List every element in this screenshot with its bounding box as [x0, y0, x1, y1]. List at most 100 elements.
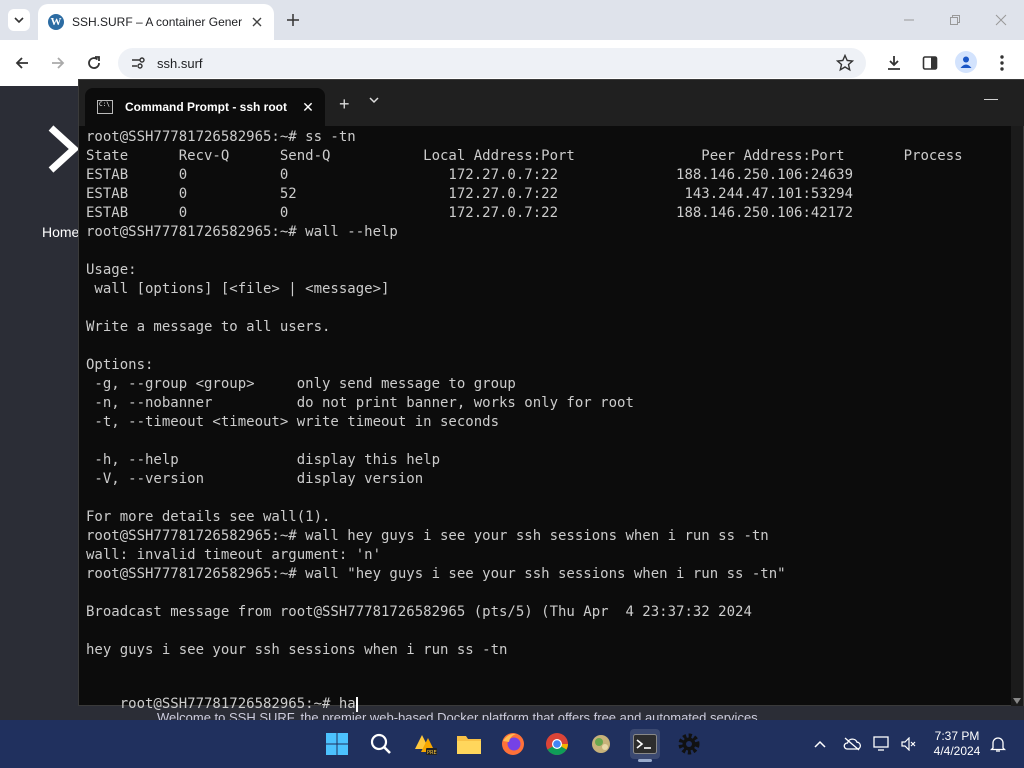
terminal-line: Usage:: [86, 262, 137, 278]
terminal-line: -V, --version display version: [86, 471, 424, 487]
clock-date: 4/4/2024: [933, 744, 981, 758]
start-button[interactable]: [322, 729, 352, 759]
terminal-line: ESTAB 0 0 172.27.0.7:22 188.146.250.106:…: [86, 167, 854, 183]
download-icon: [888, 56, 900, 70]
bookmark-star-icon[interactable]: [836, 54, 854, 72]
site-info-icon[interactable]: [130, 55, 146, 71]
terminal-line: root@SSH77781726582965:~# ss -tn: [86, 129, 356, 145]
terminal-line: -g, --group <group> only send message to…: [86, 376, 516, 392]
search-icon: [370, 733, 391, 754]
terminal-prompt: root@SSH77781726582965:~#: [119, 696, 339, 712]
close-window-button[interactable]: [990, 10, 1012, 30]
terminal-line: -n, --nobanner do not print banner, work…: [86, 395, 634, 411]
windows-taskbar: PRE 7:37 PM 4/4/2024: [0, 720, 1024, 768]
notifications-button[interactable]: [988, 734, 1008, 754]
terminal-input-text[interactable]: ha: [339, 696, 356, 712]
tab-close-button[interactable]: [248, 13, 266, 31]
terminal-line: root@SSH77781726582965:~# wall --help: [86, 224, 398, 240]
person-icon: [960, 56, 972, 68]
terminal-tab[interactable]: Command Prompt - ssh root ✕: [85, 88, 325, 126]
volume-muted-icon: [901, 737, 916, 751]
restore-icon: [950, 15, 960, 25]
terminal-tab-close-button[interactable]: ✕: [299, 99, 317, 116]
arrow-left-icon: [15, 57, 28, 69]
taskbar-app-terminal[interactable]: [630, 729, 660, 762]
file-explorer-icon: [457, 736, 481, 754]
terminal-line: root@SSH77781726582965:~# wall hey guys …: [86, 528, 769, 544]
taskbar-clock[interactable]: 7:37 PM 4/4/2024: [930, 729, 984, 759]
close-icon: [252, 17, 262, 27]
restore-button[interactable]: [944, 10, 966, 30]
taskbar-search-button[interactable]: [366, 729, 396, 759]
taskbar-app-firefox[interactable]: [498, 729, 528, 759]
taskbar-app-settings[interactable]: [674, 729, 704, 759]
tray-network[interactable]: [873, 734, 893, 754]
url-text[interactable]: ssh.surf: [157, 56, 203, 71]
chevron-up-icon: [814, 740, 826, 748]
taskbar-app-remote[interactable]: [586, 729, 616, 759]
scroll-down-arrow-icon[interactable]: [1013, 698, 1021, 704]
tab-search-button[interactable]: [8, 9, 30, 31]
clock-time: 7:37 PM: [934, 729, 980, 743]
tray-onedrive[interactable]: [842, 734, 862, 754]
terminal-line: hey guys i see your ssh sessions when i …: [86, 642, 508, 658]
close-icon: [995, 14, 1007, 26]
chevron-down-icon[interactable]: [369, 96, 379, 104]
terminal-line: Broadcast message from root@SSH777817265…: [86, 604, 752, 620]
site-logo-chevron-icon[interactable]: [46, 124, 78, 174]
terminal-line: Write a message to all users.: [86, 319, 331, 335]
terminal-tab-title: Command Prompt - ssh root: [125, 100, 288, 114]
terminal-cursor: [355, 696, 358, 712]
terminal-new-tab-button[interactable]: +: [339, 94, 350, 115]
reload-button[interactable]: [83, 52, 105, 74]
command-prompt-icon: [97, 100, 113, 114]
browser-menu-button[interactable]: [991, 52, 1013, 74]
onedrive-offline-icon: [843, 737, 861, 751]
firefox-icon: [502, 733, 524, 755]
new-tab-button[interactable]: [282, 9, 304, 31]
plus-icon: [287, 14, 299, 26]
tray-overflow-button[interactable]: [810, 734, 830, 754]
downloads-button[interactable]: [883, 52, 905, 74]
taskbar-app-sticky-notes[interactable]: PRE: [410, 729, 440, 759]
browser-tab-title: SSH.SURF – A container Genera: [72, 15, 242, 29]
minimize-button[interactable]: [898, 10, 920, 30]
settings-icon: [678, 733, 700, 755]
chrome-icon: [546, 733, 568, 755]
sticky-notes-icon: PRE: [415, 735, 437, 756]
back-button[interactable]: [11, 52, 33, 74]
wordpress-icon: W: [48, 14, 64, 30]
bell-icon: [990, 737, 1006, 752]
terminal-window: Command Prompt - ssh root ✕ + — root@SSH…: [78, 79, 1024, 712]
terminal-input-line[interactable]: root@SSH77781726582965:~# ha: [86, 680, 358, 712]
terminal-line: Options:: [86, 357, 154, 373]
taskbar-app-file-explorer[interactable]: [454, 729, 484, 759]
chevron-down-icon: [14, 17, 24, 24]
forward-button[interactable]: [47, 52, 69, 74]
terminal-scrollbar[interactable]: [1011, 126, 1023, 706]
browser-tab-active[interactable]: W SSH.SURF – A container Genera: [38, 4, 274, 40]
side-panel-button[interactable]: [919, 52, 941, 74]
address-bar[interactable]: ssh.surf: [118, 48, 866, 78]
tray-volume[interactable]: [899, 734, 919, 754]
network-icon: [873, 736, 889, 751]
profile-avatar[interactable]: [955, 51, 977, 73]
terminal-output[interactable]: root@SSH77781726582965:~# ss -tn State Re…: [86, 129, 1016, 703]
terminal-minimize-button[interactable]: —: [984, 90, 998, 106]
terminal-line: State Recv-Q Send-Q Local Address:Port P…: [86, 148, 963, 164]
browser-tabstrip: W SSH.SURF – A container Genera: [0, 0, 1024, 40]
terminal-line: ESTAB 0 0 172.27.0.7:22 188.146.250.106:…: [86, 205, 854, 221]
terminal-line: wall: invalid timeout argument: 'n': [86, 547, 382, 563]
terminal-line: root@SSH77781726582965:~# wall "hey guys…: [86, 566, 786, 582]
taskbar-app-chrome[interactable]: [542, 729, 572, 759]
terminal-line: wall [options] [<file> | <message>]: [86, 281, 390, 297]
nav-link-home[interactable]: Home: [42, 224, 79, 240]
terminal-line: ESTAB 0 52 172.27.0.7:22 143.244.47.101:…: [86, 186, 854, 202]
